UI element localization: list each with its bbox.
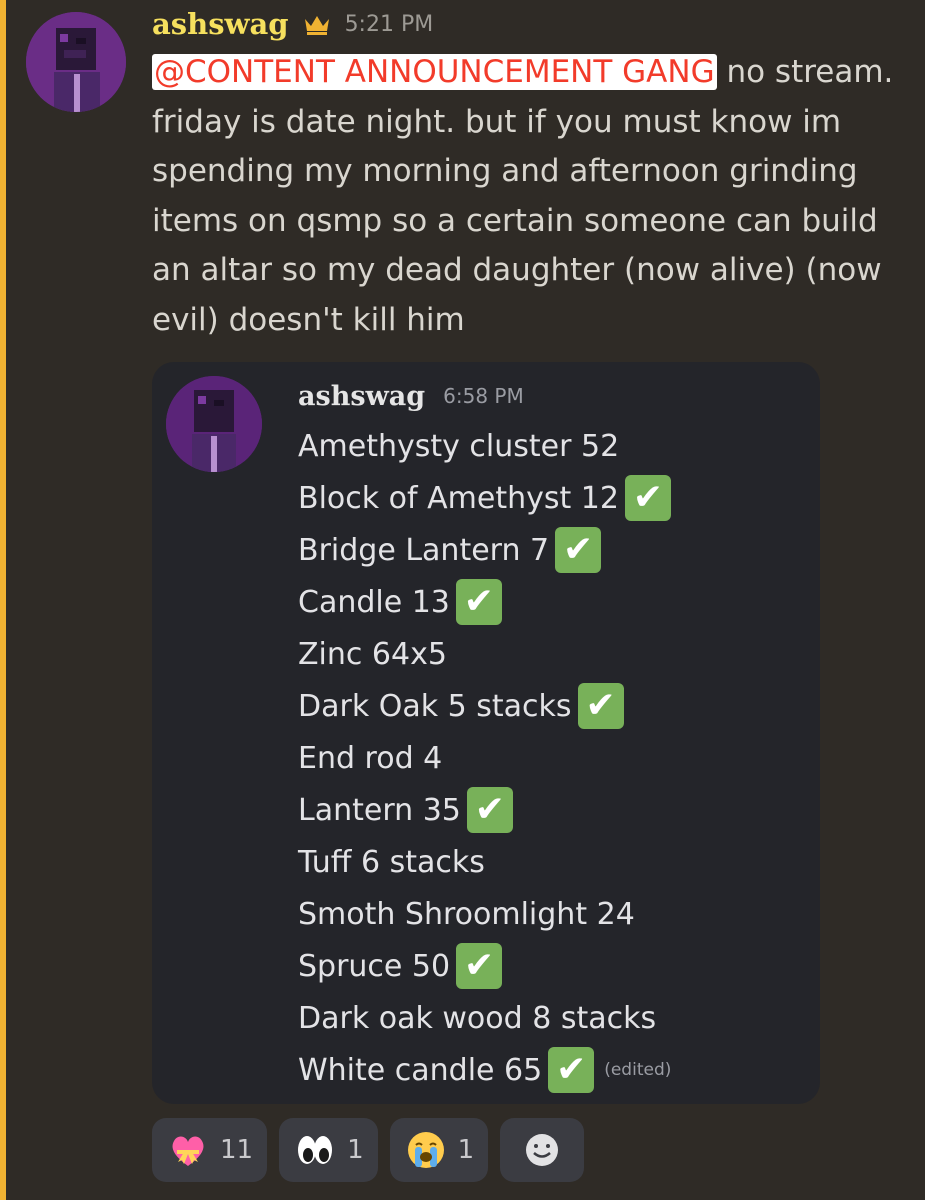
message-content: @CONTENT ANNOUNCEMENT GANG no stream. fr… xyxy=(152,48,912,345)
reaction-eyes[interactable]: 1 xyxy=(279,1118,378,1182)
item-text: Bridge Lantern 7 xyxy=(298,532,550,568)
check-mark-icon: ✔ xyxy=(456,943,503,989)
reaction-heart[interactable]: 11 xyxy=(152,1118,268,1182)
list-item: Amethysty cluster 52 xyxy=(298,420,671,472)
check-mark-icon: ✔ xyxy=(577,683,624,729)
list-item: Dark oak wood 8 stacks xyxy=(298,992,671,1044)
check-mark-icon: ✔ xyxy=(548,1047,595,1093)
reaction-count: 11 xyxy=(220,1135,254,1165)
embedded-screenshot[interactable]: ashswag 6:58 PM Amethysty cluster 52 Bloc… xyxy=(152,362,820,1104)
heart-with-ribbon-icon xyxy=(166,1128,210,1172)
message-text: no stream. friday is date night. but if … xyxy=(152,54,894,338)
item-text: Candle 13 xyxy=(298,584,450,620)
list-item: Zinc 64x5 xyxy=(298,628,671,680)
chat-message: ashswag 5:21 PM @CONTENT ANNOUNCEMENT GA… xyxy=(0,0,925,1200)
item-text: Dark Oak 5 stacks xyxy=(298,688,572,724)
item-text: White candle 65 xyxy=(298,1052,543,1088)
message-header: ashswag 5:21 PM xyxy=(152,2,433,46)
avatar[interactable] xyxy=(26,12,126,112)
message-timestamp: 5:21 PM xyxy=(344,11,434,37)
loudly-crying-face-icon xyxy=(404,1128,448,1172)
embed-avatar xyxy=(166,376,262,472)
list-item: Dark Oak 5 stacks ✔ xyxy=(298,680,671,732)
embed-timestamp: 6:58 PM xyxy=(443,384,524,408)
eyes-icon xyxy=(293,1128,337,1172)
reactions-bar: 11 1 1 xyxy=(152,1118,585,1182)
embed-header: ashswag 6:58 PM xyxy=(298,376,524,416)
check-mark-icon: ✔ xyxy=(455,579,502,625)
item-text: Amethysty cluster 52 xyxy=(298,428,620,464)
edited-label: (edited) xyxy=(604,1060,672,1080)
item-text: Lantern 35 xyxy=(298,792,461,828)
reaction-count: 1 xyxy=(347,1135,364,1165)
item-text: Spruce 50 xyxy=(298,948,451,984)
list-item: Smoth Shroomlight 24 xyxy=(298,888,671,940)
item-text: Dark oak wood 8 stacks xyxy=(298,1000,657,1036)
username[interactable]: ashswag xyxy=(152,7,289,41)
list-item: Bridge Lantern 7 ✔ xyxy=(298,524,671,576)
role-mention[interactable]: @CONTENT ANNOUNCEMENT GANG xyxy=(152,54,717,90)
reaction-count: 1 xyxy=(457,1135,475,1165)
check-mark-icon: ✔ xyxy=(624,475,671,521)
add-reaction-button[interactable] xyxy=(500,1118,585,1182)
list-item: Candle 13 ✔ xyxy=(298,576,671,628)
list-item: End rod 4 xyxy=(298,732,671,784)
item-text: Zinc 64x5 xyxy=(298,636,447,672)
reaction-crying[interactable]: 1 xyxy=(389,1118,489,1182)
list-item: Lantern 35 ✔ xyxy=(298,784,671,836)
check-mark-icon: ✔ xyxy=(555,527,602,573)
check-mark-icon: ✔ xyxy=(466,787,513,833)
list-item: White candle 65 ✔ (edited) xyxy=(298,1044,671,1096)
item-text: Smoth Shroomlight 24 xyxy=(298,896,635,932)
item-text: Tuff 6 stacks xyxy=(298,844,485,880)
crown-icon xyxy=(303,13,331,35)
list-item: Tuff 6 stacks xyxy=(298,836,671,888)
item-list: Amethysty cluster 52 Block of Amethyst 12… xyxy=(298,420,671,1096)
item-text: End rod 4 xyxy=(298,740,443,776)
embed-username: ashswag xyxy=(298,380,426,412)
item-text: Block of Amethyst 12 xyxy=(298,480,619,516)
smiley-add-reaction-icon xyxy=(520,1128,564,1172)
list-item: Block of Amethyst 12 ✔ xyxy=(298,472,671,524)
list-item: Spruce 50 ✔ xyxy=(298,940,671,992)
